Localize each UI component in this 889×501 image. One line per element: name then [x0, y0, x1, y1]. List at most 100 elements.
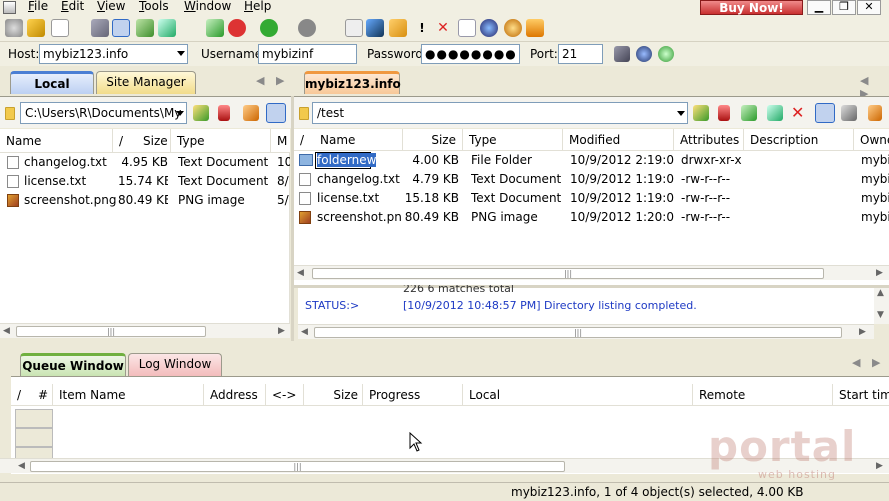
log-hscrollbar[interactable]: ◀ ||| ▶	[298, 324, 874, 339]
password-field[interactable]: ●●●●●●●●	[421, 44, 520, 64]
col-item-name[interactable]: Item Name	[53, 384, 204, 406]
list-item[interactable]: license.txt 15.18 KB Text Document 10/9/201…	[294, 189, 889, 208]
list-item[interactable]: license.txt 15.74 KB Text Document 8/	[0, 172, 290, 191]
menu-help[interactable]: Help	[244, 0, 271, 15]
scroll-down-icon[interactable]: ▼	[877, 310, 884, 320]
col-type[interactable]: Type	[171, 129, 271, 153]
new-folder-icon[interactable]	[243, 105, 259, 121]
quick-connect-icon[interactable]	[112, 19, 130, 37]
col-type[interactable]: Type	[463, 129, 563, 151]
tab-site-manager[interactable]: Site Manager	[96, 71, 196, 94]
view-icon[interactable]	[366, 19, 384, 37]
list-item[interactable]: screenshot.png 80.49 KB PNG image 5/	[0, 191, 290, 210]
minimize-button[interactable]: ▁	[807, 0, 831, 15]
menu-tools[interactable]: Tools	[139, 0, 169, 15]
shield-icon[interactable]	[526, 19, 544, 37]
col-modified[interactable]: Modified	[563, 129, 674, 151]
col-owner[interactable]: Owne	[854, 129, 889, 151]
col-start-time[interactable]: Start tim	[833, 384, 889, 406]
menu-edit[interactable]: Edit	[61, 0, 84, 15]
remote-path-field[interactable]: /test	[312, 102, 688, 124]
scroll-thumb[interactable]: |||	[312, 268, 824, 279]
up-folder-icon[interactable]	[693, 105, 709, 121]
chevron-down-icon[interactable]	[677, 111, 685, 116]
scroll-left-icon[interactable]: ◀	[301, 327, 308, 337]
col-size[interactable]: Size	[403, 129, 463, 151]
options-icon[interactable]	[841, 105, 857, 121]
add-connection-icon[interactable]	[658, 46, 674, 62]
tab-scroll-arrows-icon[interactable]: ◀ ▶	[852, 356, 884, 369]
col-attributes[interactable]: Attributes	[674, 129, 744, 151]
sync-folders-icon[interactable]	[266, 103, 286, 123]
list-item[interactable]: screenshot.png 80.49 KB PNG image 10/9/2012…	[294, 208, 889, 227]
tab-queue-window[interactable]: Queue Window	[20, 353, 126, 376]
go-up-icon[interactable]	[298, 19, 316, 37]
details-view-icon[interactable]	[815, 103, 835, 123]
col-name[interactable]: Name	[0, 129, 113, 153]
new-folder-icon[interactable]	[389, 19, 407, 37]
scroll-right-icon[interactable]: ▶	[876, 268, 883, 278]
menu-file[interactable]: File	[28, 0, 48, 15]
log-vscrollbar[interactable]: ▲ ▼	[874, 288, 889, 324]
new-site-icon[interactable]	[51, 19, 69, 37]
alert-icon[interactable]: !	[413, 19, 431, 37]
bookmark-icon[interactable]	[218, 105, 230, 121]
remote-hscrollbar[interactable]: ◀ ||| ▶	[294, 265, 889, 280]
scroll-right-icon[interactable]: ▶	[876, 461, 883, 471]
scroll-thumb[interactable]: |||	[314, 327, 842, 338]
delete-icon[interactable]: ✕	[791, 103, 807, 122]
queue-hscrollbar[interactable]: ◀ ||| ▶	[0, 458, 889, 473]
tab-remote-site[interactable]: mybiz123.info	[304, 71, 401, 94]
col-name[interactable]: Name	[314, 129, 403, 151]
scroll-thumb[interactable]: |||	[30, 461, 565, 472]
transfer-icon[interactable]	[158, 19, 176, 37]
bottom-splitter[interactable]	[0, 341, 889, 349]
close-window-button[interactable]: ✕	[857, 0, 881, 15]
connect-icon[interactable]	[5, 19, 23, 37]
list-item[interactable]: foldernew 4.00 KB File Folder 10/9/2012 2:1…	[294, 151, 889, 170]
local-path-field[interactable]: C:\Users\R\Documents\My	[20, 102, 187, 124]
scroll-right-icon[interactable]: ▶	[278, 326, 285, 336]
col-size[interactable]: Size	[137, 129, 171, 153]
col-number[interactable]: #	[32, 384, 53, 406]
buy-now-button[interactable]: Buy Now!	[700, 0, 803, 15]
bookmark-icon[interactable]	[718, 105, 730, 121]
new-folder-icon[interactable]	[868, 105, 882, 121]
scroll-left-icon[interactable]: ◀	[297, 268, 304, 278]
col-modified[interactable]: M	[271, 129, 290, 153]
tab-local-drives[interactable]: Local Drives	[10, 71, 94, 111]
scroll-thumb[interactable]: |||	[16, 326, 206, 337]
scroll-up-icon[interactable]: ▲	[877, 288, 884, 298]
disconnect-icon[interactable]	[91, 19, 109, 37]
local-hscrollbar[interactable]: ◀ ||| ▶	[0, 323, 290, 338]
refresh-icon[interactable]	[741, 105, 757, 121]
tab-scroll-arrows-icon[interactable]: ◀ ▶	[256, 74, 288, 87]
restore-button[interactable]: ❐	[832, 0, 856, 15]
delete-icon[interactable]: ✕	[434, 19, 452, 37]
host-field[interactable]: mybiz123.info	[39, 44, 188, 64]
stop-icon[interactable]	[228, 19, 246, 37]
scroll-left-icon[interactable]: ◀	[3, 326, 10, 336]
transfer-icon[interactable]	[767, 105, 783, 121]
username-field[interactable]: mybizinf	[258, 44, 357, 64]
go-forward-icon[interactable]	[260, 19, 278, 37]
col-description[interactable]: Description	[744, 129, 854, 151]
scroll-right-icon[interactable]: ▶	[859, 327, 866, 337]
scroll-left-icon[interactable]: ◀	[18, 461, 25, 471]
properties-icon[interactable]	[345, 19, 363, 37]
menu-window[interactable]: Window	[184, 0, 231, 15]
col-local[interactable]: Local	[463, 384, 693, 406]
chevron-down-icon[interactable]	[176, 111, 184, 116]
port-field[interactable]: 21	[558, 44, 603, 64]
wizard-icon[interactable]	[27, 19, 45, 37]
sync-icon[interactable]	[136, 19, 154, 37]
tab-log-window[interactable]: Log Window	[128, 353, 222, 376]
connect-plug-icon[interactable]	[614, 46, 630, 62]
chevron-down-icon[interactable]	[177, 51, 185, 56]
col-progress[interactable]: Progress	[363, 384, 463, 406]
menu-view[interactable]: View	[97, 0, 125, 15]
list-item[interactable]: changelog.txt 4.95 KB Text Document 10	[0, 153, 290, 172]
app-icon[interactable]	[3, 1, 16, 14]
support-icon[interactable]	[504, 19, 522, 37]
col-direction[interactable]: <->	[266, 384, 304, 406]
